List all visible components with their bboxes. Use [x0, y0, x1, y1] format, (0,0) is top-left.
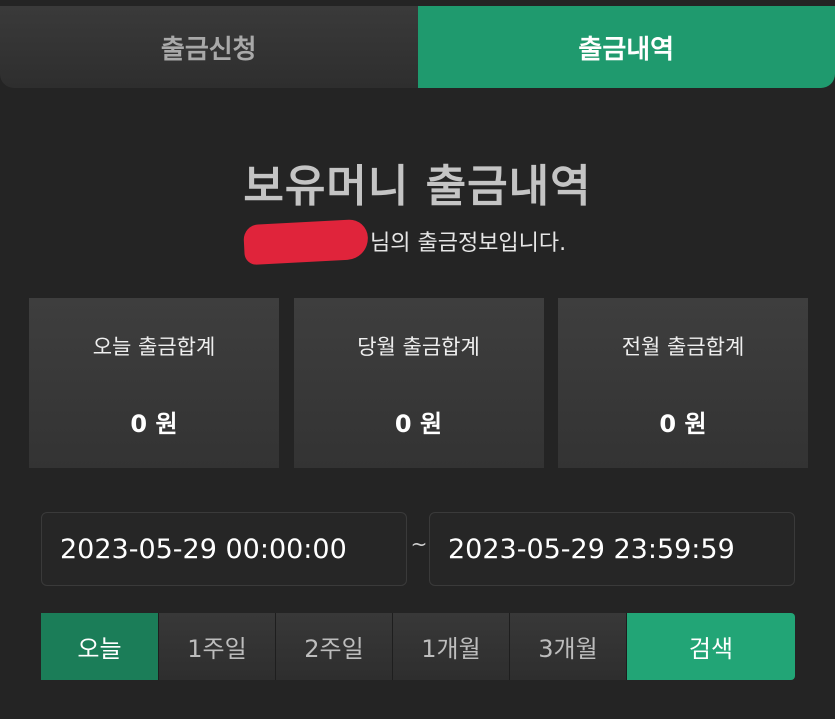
date-range: 2023-05-29 00:00:00 ~ 2023-05-29 23:59:5…: [41, 512, 795, 588]
summary-card-value: 0 원: [394, 410, 443, 438]
page-title: 보유머니 출금내역: [243, 161, 592, 212]
user-info-text: 님의 출금정보입니다.: [370, 231, 567, 256]
summary-card-value: 0 원: [659, 410, 707, 438]
summary-card-this-month: 당월 출금합계 0 원: [293, 298, 544, 468]
tab-bar: 출금신청 출금내역: [0, 6, 835, 88]
summary-card-value: 0 원: [130, 410, 178, 438]
period-2-weeks-button[interactable]: 2주일: [276, 613, 393, 680]
start-date-input[interactable]: 2023-05-29 00:00:00: [41, 512, 407, 586]
tab-withdrawal-history[interactable]: 출금내역: [417, 6, 835, 88]
summary-card-label: 전월 출금합계: [621, 335, 745, 359]
withdrawal-history-page: 출금신청 출금내역 보유머니 출금내역 님의 출금정보입니다. 오늘 출금합계 …: [0, 0, 835, 719]
period-1-week-button[interactable]: 1주일: [159, 613, 276, 680]
user-info-line: 님의 출금정보입니다.: [0, 218, 835, 266]
summary-card-today: 오늘 출금합계 0 원: [29, 298, 279, 468]
tab-withdrawal-request[interactable]: 출금신청: [0, 6, 418, 88]
period-3-months-button[interactable]: 3개월: [510, 613, 627, 680]
end-date-input[interactable]: 2023-05-29 23:59:59: [429, 512, 795, 586]
summary-card-label: 오늘 출금합계: [92, 335, 216, 359]
period-today-button[interactable]: 오늘: [41, 613, 159, 680]
summary-card-label: 당월 출금합계: [357, 335, 480, 359]
search-button[interactable]: 검색: [627, 613, 795, 680]
summary-cards: 오늘 출금합계 0 원 당월 출금합계 0 원 전월 출금합계 0 원: [29, 298, 808, 468]
redacted-username: [243, 218, 369, 266]
summary-card-last-month: 전월 출금합계 0 원: [558, 298, 808, 468]
date-range-separator: ~: [410, 532, 428, 556]
period-selector: 오늘 1주일 2주일 1개월 3개월 검색: [41, 613, 795, 680]
period-1-month-button[interactable]: 1개월: [393, 613, 510, 680]
